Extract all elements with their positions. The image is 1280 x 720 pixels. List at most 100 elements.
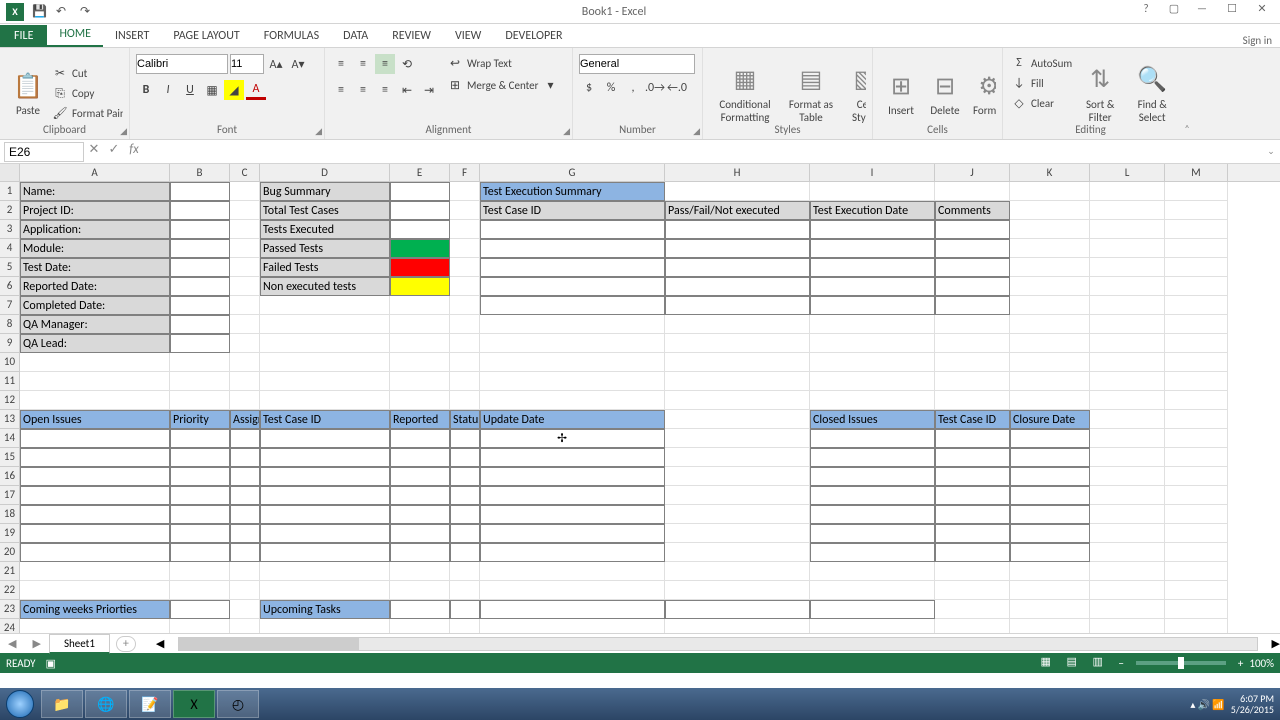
cell[interactable]: QA Manager: (20, 315, 170, 334)
col-header[interactable]: D (260, 164, 390, 181)
cell[interactable] (230, 600, 260, 619)
sheet-tab-sheet1[interactable]: Sheet1 (49, 634, 110, 654)
cell[interactable] (480, 581, 665, 600)
decrease-font-icon[interactable]: A▾ (288, 54, 308, 74)
cell[interactable] (1090, 277, 1165, 296)
cell[interactable] (665, 296, 810, 315)
cell[interactable] (480, 486, 665, 505)
cell[interactable] (230, 391, 260, 410)
cell[interactable] (480, 353, 665, 372)
row-header[interactable]: 17 (0, 486, 20, 505)
cell[interactable] (230, 543, 260, 562)
cell[interactable] (450, 429, 480, 448)
cell[interactable] (20, 619, 170, 633)
cell[interactable]: Bug Summary (260, 182, 390, 201)
cell[interactable] (170, 277, 230, 296)
clear-button[interactable]: ◇Clear (1009, 94, 1074, 112)
cell[interactable] (935, 220, 1010, 239)
spreadsheet-grid[interactable]: A B C D E F G H I J K L M 1Name:Bug Summ… (0, 164, 1280, 633)
cell[interactable] (935, 543, 1010, 562)
cell[interactable] (665, 315, 810, 334)
cell[interactable] (665, 505, 810, 524)
zoom-slider[interactable] (1136, 661, 1226, 665)
cell[interactable] (480, 315, 665, 334)
cell[interactable] (170, 429, 230, 448)
autosum-button[interactable]: ΣAutoSum (1009, 54, 1074, 72)
decrease-decimal-icon[interactable]: ←.0 (667, 78, 687, 98)
alignment-launcher-icon[interactable]: ◢ (563, 126, 570, 137)
cell[interactable] (810, 524, 935, 543)
cell[interactable] (810, 182, 935, 201)
number-format-select[interactable] (579, 54, 695, 74)
cell[interactable] (810, 619, 935, 633)
cell[interactable] (1165, 486, 1228, 505)
cell[interactable] (1090, 524, 1165, 543)
cell[interactable] (20, 353, 170, 372)
col-header[interactable]: M (1165, 164, 1228, 181)
col-header[interactable]: G (480, 164, 665, 181)
bold-button[interactable]: B (136, 80, 156, 100)
cell[interactable] (260, 334, 390, 353)
cell[interactable] (810, 296, 935, 315)
tab-insert[interactable]: INSERT (103, 25, 161, 47)
cell[interactable] (230, 334, 260, 353)
cell[interactable] (665, 353, 810, 372)
cell[interactable] (1010, 353, 1090, 372)
col-header[interactable]: B (170, 164, 230, 181)
cell[interactable] (1010, 581, 1090, 600)
col-header[interactable]: C (230, 164, 260, 181)
clipboard-launcher-icon[interactable]: ◢ (120, 126, 127, 137)
cell[interactable] (450, 581, 480, 600)
cell[interactable] (450, 543, 480, 562)
cell[interactable] (230, 467, 260, 486)
cell[interactable] (1090, 201, 1165, 220)
page-break-view-icon[interactable]: ▥ (1092, 655, 1112, 671)
cell[interactable] (450, 182, 480, 201)
cell[interactable] (230, 258, 260, 277)
minimize-icon[interactable]: — (1188, 2, 1216, 22)
cell[interactable]: Test Case ID (935, 410, 1010, 429)
cell[interactable] (665, 220, 810, 239)
cut-button[interactable]: ✂Cut (50, 65, 123, 83)
row-header[interactable]: 9 (0, 334, 20, 353)
page-layout-view-icon[interactable]: ▤ (1066, 655, 1086, 671)
cell[interactable] (450, 391, 480, 410)
row-header[interactable]: 16 (0, 467, 20, 486)
cell[interactable] (480, 296, 665, 315)
cell[interactable] (1165, 201, 1228, 220)
cell[interactable] (1165, 467, 1228, 486)
cell[interactable] (935, 448, 1010, 467)
cell[interactable] (170, 201, 230, 220)
cell[interactable] (1165, 372, 1228, 391)
cell[interactable] (390, 505, 450, 524)
increase-decimal-icon[interactable]: .0→ (645, 78, 665, 98)
cell[interactable] (1165, 277, 1228, 296)
cell[interactable] (1165, 353, 1228, 372)
cell[interactable] (230, 505, 260, 524)
cell[interactable] (230, 220, 260, 239)
row-header[interactable]: 21 (0, 562, 20, 581)
cell[interactable] (935, 372, 1010, 391)
cell[interactable] (230, 239, 260, 258)
formula-input[interactable] (144, 142, 1262, 162)
cell[interactable] (1090, 429, 1165, 448)
cell[interactable] (1165, 429, 1228, 448)
close-icon[interactable]: ✕ (1248, 2, 1276, 22)
cell[interactable] (450, 258, 480, 277)
cell[interactable] (170, 315, 230, 334)
add-sheet-button[interactable]: + (116, 636, 136, 652)
cell[interactable]: Update Date (480, 410, 665, 429)
cell[interactable]: Passed Tests (260, 239, 390, 258)
cell[interactable] (935, 429, 1010, 448)
cell[interactable] (450, 600, 480, 619)
cell[interactable] (1010, 505, 1090, 524)
row-header[interactable]: 11 (0, 372, 20, 391)
cell[interactable] (1010, 486, 1090, 505)
cell[interactable] (260, 429, 390, 448)
cell[interactable] (230, 372, 260, 391)
cell[interactable] (665, 391, 810, 410)
cancel-formula-icon[interactable]: ✕ (84, 142, 104, 162)
cell[interactable]: Test Date: (20, 258, 170, 277)
cell[interactable] (230, 429, 260, 448)
expand-formula-icon[interactable]: ⌄ (1262, 146, 1280, 157)
